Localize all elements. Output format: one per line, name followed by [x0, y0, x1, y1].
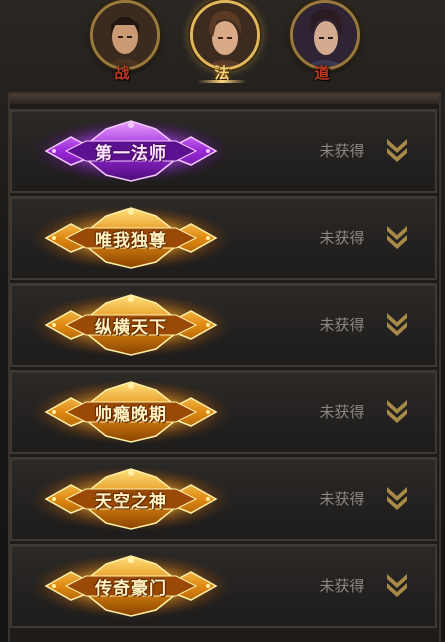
title-row[interactable]: 天空之神 未获得 [10, 457, 437, 541]
title-status: 未获得 [319, 490, 365, 508]
active-tab-indicator [198, 80, 246, 83]
title-row[interactable]: 帅瘾晚期 未获得 [10, 370, 437, 454]
title-name: 纵横天下 [95, 318, 167, 338]
frame-top-strip [10, 94, 439, 104]
gold-title-badge: 唯我独尊 [26, 202, 236, 274]
title-row[interactable]: 第一法师 未获得 [10, 109, 437, 193]
gold-title-badge: 天空之神 [26, 463, 236, 535]
title-name: 唯我独尊 [95, 231, 167, 251]
title-status: 未获得 [319, 577, 365, 595]
gold-title-badge: 帅瘾晚期 [26, 376, 236, 448]
title-collection-screen: 战 法 道 第一法师 未获得 唯我独尊 未获得 纵横天下 未获得 帅瘾晚期 未获… [0, 0, 445, 642]
title-row[interactable]: 唯我独尊 未获得 [10, 196, 437, 280]
taoist-portrait [290, 0, 360, 70]
tab-warrior[interactable]: 战 [84, 0, 160, 86]
tab-mage[interactable]: 法 [184, 0, 260, 86]
warrior-portrait [90, 0, 160, 70]
double-chevron-down-icon[interactable] [384, 483, 410, 513]
class-tabs: 战 法 道 [0, 0, 445, 88]
double-chevron-down-icon[interactable] [384, 135, 410, 165]
gold-title-badge: 纵横天下 [26, 289, 236, 361]
double-chevron-down-icon[interactable] [384, 570, 410, 600]
gold-title-badge: 传奇豪门 [26, 550, 236, 622]
title-name: 传奇豪门 [95, 579, 167, 599]
tab-label: 战 [114, 64, 130, 82]
double-chevron-down-icon[interactable] [384, 222, 410, 252]
title-name: 帅瘾晚期 [95, 405, 167, 425]
title-row[interactable]: 传奇豪门 未获得 [10, 544, 437, 628]
title-row[interactable]: 纵横天下 未获得 [10, 283, 437, 367]
tab-label: 道 [314, 64, 330, 82]
title-status: 未获得 [319, 316, 365, 334]
title-name: 第一法师 [95, 144, 167, 164]
double-chevron-down-icon[interactable] [384, 309, 410, 339]
title-name: 天空之神 [95, 492, 167, 512]
purple-title-badge: 第一法师 [26, 115, 236, 187]
title-status: 未获得 [319, 229, 365, 247]
tab-taoist[interactable]: 道 [284, 0, 360, 86]
title-status: 未获得 [319, 403, 365, 421]
double-chevron-down-icon[interactable] [384, 396, 410, 426]
title-status: 未获得 [319, 142, 365, 160]
mage-portrait [190, 0, 260, 70]
